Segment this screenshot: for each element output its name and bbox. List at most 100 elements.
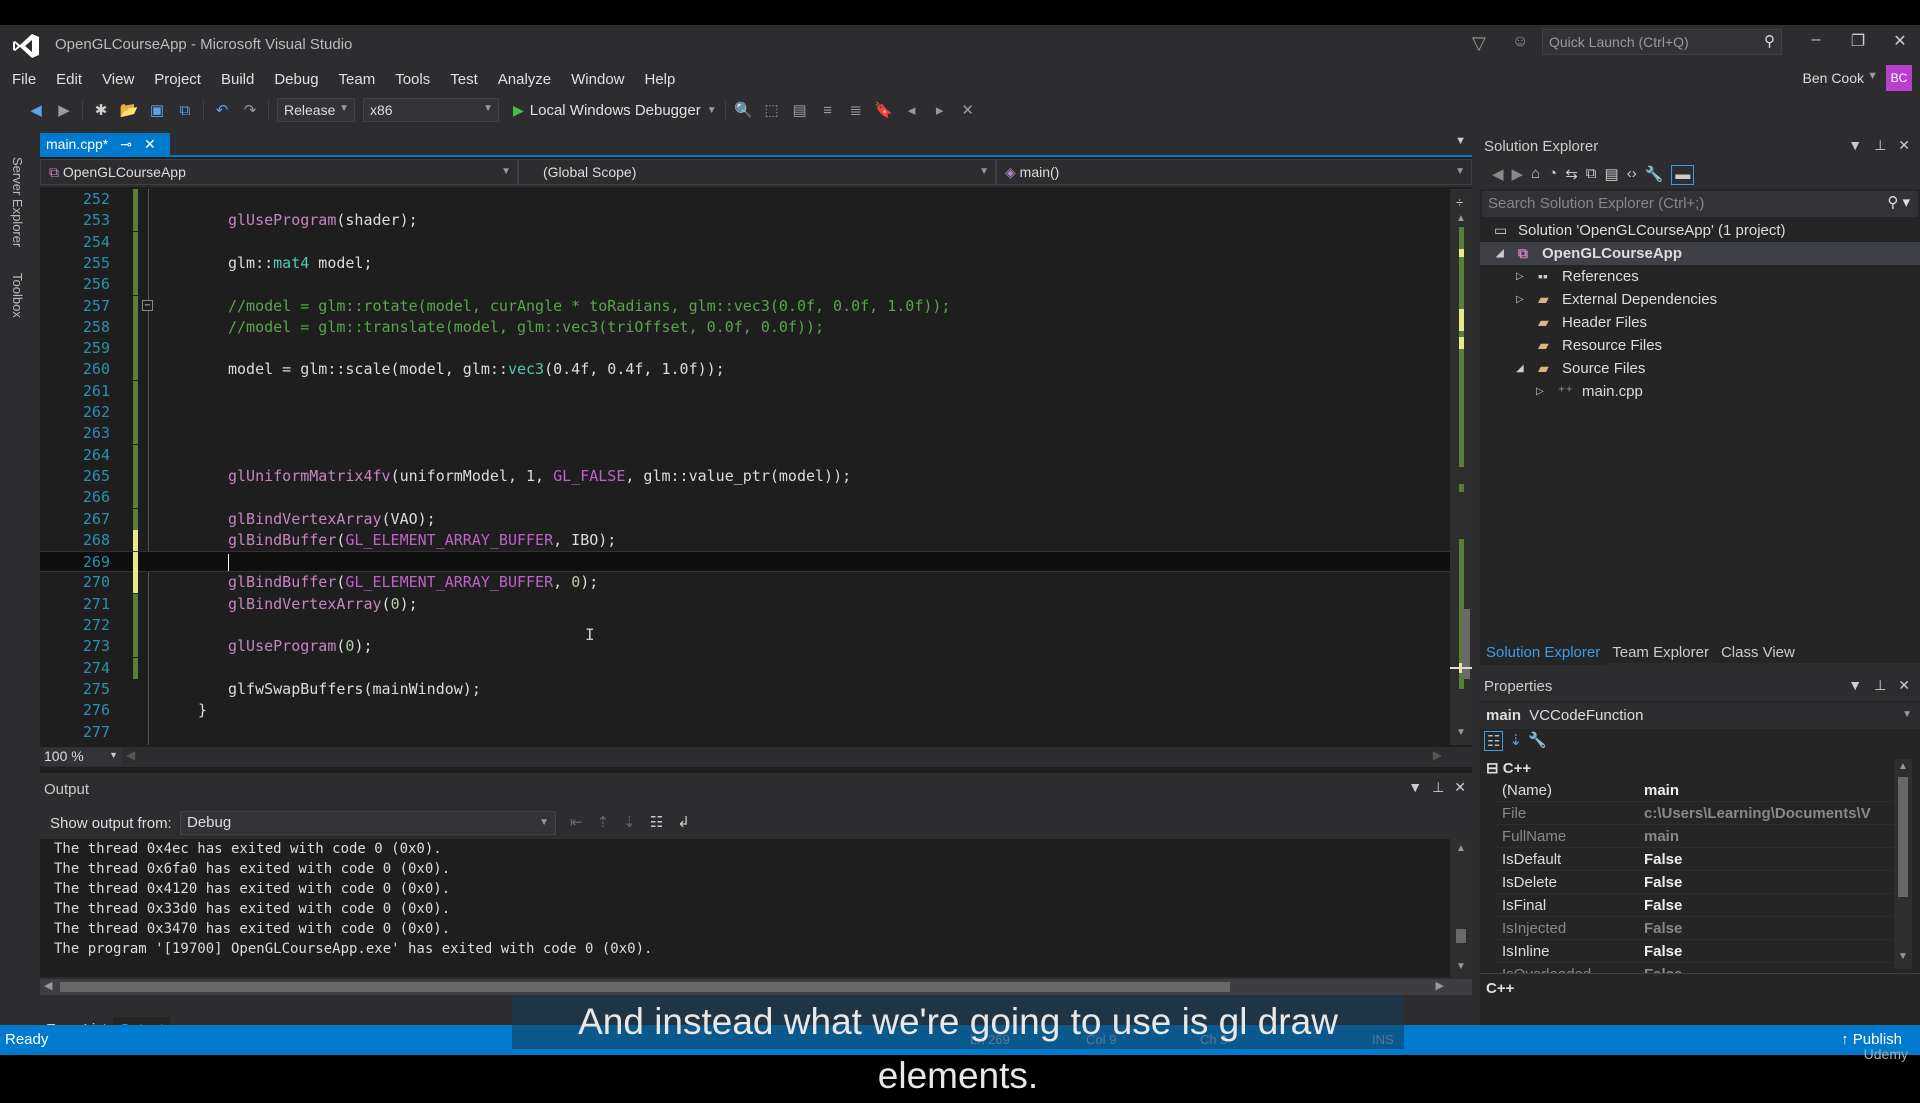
code-line[interactable]: 268 glBindBuffer(GL_ELEMENT_ARRAY_BUFFER,… xyxy=(40,529,1450,551)
menu-analyze[interactable]: Analyze xyxy=(498,71,562,88)
property-row[interactable]: (Name) main xyxy=(1496,779,1894,802)
toggle-icon[interactable]: ▤ xyxy=(790,101,810,119)
scroll-left-icon[interactable]: ◀ xyxy=(126,748,135,762)
code-line[interactable]: 275 glfwSwapBuffers(mainWindow); xyxy=(40,679,1450,700)
menu-help[interactable]: Help xyxy=(645,71,687,88)
property-row[interactable]: IsDelete False xyxy=(1496,871,1894,894)
scroll-up-icon[interactable]: ▲ xyxy=(1898,761,1908,772)
tree-item[interactable]: ▭ Solution 'OpenGLCourseApp' (1 project) xyxy=(1480,219,1920,242)
code-line[interactable]: 265 glUniformMatrix4fv(uniformModel, 1, G… xyxy=(40,465,1450,487)
user-name[interactable]: Ben Cook xyxy=(1803,70,1864,86)
pin-icon[interactable]: ⊥ xyxy=(1874,137,1886,154)
forward-icon[interactable]: ▶ xyxy=(1512,165,1524,185)
property-value[interactable]: c:\Users\Learning\Documents\V xyxy=(1644,805,1880,822)
scroll-thumb[interactable] xyxy=(1456,929,1466,943)
code-line[interactable]: 258 //model = glm::translate(model, glm::… xyxy=(40,316,1450,338)
property-pages-icon[interactable]: 🔧 xyxy=(1528,731,1547,751)
tab-overflow-icon[interactable]: ▼ xyxy=(1455,135,1466,147)
code-line[interactable]: 278 return 0; xyxy=(40,743,1450,745)
clear-bookmarks-icon[interactable]: ✕ xyxy=(958,101,978,119)
undo-icon[interactable]: ↶ xyxy=(212,101,232,119)
menu-project[interactable]: Project xyxy=(154,71,212,88)
property-row[interactable]: File c:\Users\Learning\Documents\V xyxy=(1496,802,1894,825)
output-vertical-scrollbar[interactable]: ▲ ▼ xyxy=(1450,839,1472,977)
collapse-icon[interactable]: ⊟ xyxy=(1486,760,1503,777)
back-icon[interactable]: ◀ xyxy=(1492,165,1504,185)
bookmark-icon[interactable]: 🔖 xyxy=(874,101,894,119)
close-icon[interactable]: ✕ xyxy=(1898,137,1910,154)
expanded-arrow-icon[interactable]: ◢ xyxy=(1496,242,1504,265)
property-value[interactable]: False xyxy=(1644,874,1880,891)
tab-team-explorer[interactable]: Team Explorer xyxy=(1606,641,1715,665)
scroll-left-icon[interactable]: ◀ xyxy=(44,979,52,992)
feedback-icon[interactable]: ☺ xyxy=(1512,33,1528,51)
avatar[interactable]: BC xyxy=(1886,65,1912,91)
collapse-region-icon[interactable]: − xyxy=(142,299,153,311)
find-in-files-icon[interactable]: 🔍 xyxy=(734,101,754,119)
close-button[interactable]: ✕ xyxy=(1886,31,1914,51)
restore-button[interactable]: ❐ xyxy=(1844,31,1872,51)
code-line[interactable]: 267 glBindVertexArray(VAO); xyxy=(40,508,1450,530)
clear-all-icon[interactable]: ☷ xyxy=(650,813,663,831)
preview-selected-items-icon[interactable]: ▬ xyxy=(1671,165,1695,185)
split-window-icon[interactable]: ÷ xyxy=(1456,195,1463,210)
pin-icon[interactable]: ⊥ xyxy=(1874,677,1886,694)
pin-icon[interactable]: ⊥ xyxy=(1432,779,1444,796)
code-line[interactable]: 269 xyxy=(40,551,1450,574)
property-value[interactable]: False xyxy=(1644,897,1880,914)
menu-tools[interactable]: Tools xyxy=(395,71,441,88)
scroll-up-icon[interactable]: ▲ xyxy=(1456,843,1466,854)
scroll-up-icon[interactable]: ▲ xyxy=(1456,213,1466,224)
code-line[interactable]: 262 xyxy=(40,402,1450,423)
property-value[interactable]: main xyxy=(1644,828,1880,845)
server-explorer-tab[interactable]: Server Explorer xyxy=(10,157,25,247)
menu-view[interactable]: View xyxy=(102,71,145,88)
code-line[interactable]: 253 glUseProgram(shader); xyxy=(40,210,1450,232)
property-value[interactable]: main xyxy=(1644,782,1880,799)
code-line[interactable]: 274 xyxy=(40,657,1450,679)
minimize-button[interactable]: ‒ xyxy=(1802,31,1830,49)
collapsed-arrow-icon[interactable]: ▷ xyxy=(1516,288,1524,311)
next-message-icon[interactable]: ⇣ xyxy=(623,813,636,831)
property-row[interactable]: IsInline False xyxy=(1496,940,1894,963)
zoom-select[interactable]: 100 % ▼ xyxy=(44,748,122,766)
start-debugging-button[interactable]: ▶ Local Windows Debugger ▼ xyxy=(513,102,717,119)
code-line[interactable]: 263 xyxy=(40,423,1450,445)
code-line[interactable]: 264 xyxy=(40,444,1450,466)
redo-icon[interactable]: ↷ xyxy=(240,101,260,119)
notifications-filter-icon[interactable]: ▽ xyxy=(1472,33,1486,54)
property-row[interactable]: FullName main xyxy=(1496,825,1894,848)
navigate-forward-icon[interactable]: ▶ xyxy=(54,101,74,119)
tree-item[interactable]: ◢ ⧉ OpenGLCourseApp xyxy=(1480,242,1920,265)
code-line[interactable]: 255 glm::mat4 model; xyxy=(40,252,1450,274)
collapsed-arrow-icon[interactable]: ▷ xyxy=(1536,380,1544,403)
scroll-thumb[interactable] xyxy=(1898,777,1908,897)
menu-file[interactable]: File xyxy=(12,71,47,88)
window-position-icon[interactable]: ▼ xyxy=(1848,137,1862,154)
function-scope-select[interactable]: ◈ main() ▼ xyxy=(996,159,1472,185)
menu-edit[interactable]: Edit xyxy=(56,71,93,88)
output-text[interactable]: The thread 0x4ec has exited with code 0 … xyxy=(40,839,1450,977)
scroll-right-icon[interactable]: ▶ xyxy=(1436,979,1444,992)
save-icon[interactable]: ▣ xyxy=(147,101,167,119)
property-row[interactable]: IsInjected False xyxy=(1496,917,1894,940)
pin-icon[interactable]: ⊸ xyxy=(120,136,132,154)
code-line[interactable]: 260 model = glm::scale(model, glm::vec3(0… xyxy=(40,359,1450,381)
platform-select[interactable]: x86 ▼ xyxy=(363,98,499,122)
code-line[interactable]: 271 glBindVertexArray(0); xyxy=(40,593,1450,615)
find-message-icon[interactable]: ⇤ xyxy=(570,813,583,831)
properties-icon[interactable]: 🔧 xyxy=(1645,165,1664,185)
code-line[interactable]: 254 xyxy=(40,231,1450,253)
sync-with-document-icon[interactable]: ⇆ xyxy=(1565,165,1578,185)
window-position-icon[interactable]: ▼ xyxy=(1848,677,1862,694)
search-icon[interactable]: ⚲ xyxy=(1764,32,1775,50)
menu-debug[interactable]: Debug xyxy=(274,71,329,88)
scroll-down-icon[interactable]: ▼ xyxy=(1456,961,1466,972)
property-value[interactable]: False xyxy=(1644,851,1880,868)
scroll-down-icon[interactable]: ▼ xyxy=(1456,727,1466,738)
menu-test[interactable]: Test xyxy=(450,71,489,88)
close-icon[interactable]: ✕ xyxy=(1898,677,1910,694)
scroll-thumb[interactable] xyxy=(60,982,1230,992)
tree-item[interactable]: ▰ Header Files xyxy=(1480,311,1920,334)
comment-lines-icon[interactable]: ≡ xyxy=(818,102,838,119)
